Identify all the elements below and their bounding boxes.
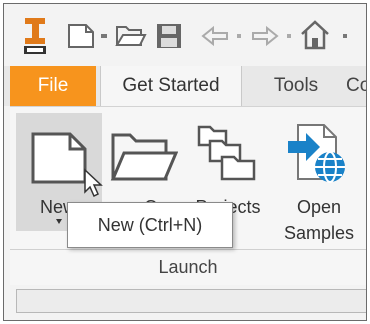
open-samples-label-line1: Open [296,197,342,217]
mouse-pointer-icon [84,168,103,198]
tooltip: New (Ctrl+N) [67,202,233,248]
new-document-icon [31,132,87,184]
redo-icon[interactable] [250,24,280,48]
panel-divider [10,249,366,250]
ribbon-panel: New O Projects [10,106,366,285]
dropdown-arrow-icon[interactable] [284,32,294,40]
open-folder-icon[interactable] [114,22,148,50]
quick-access-toolbar [4,4,366,62]
projects-icon [197,125,256,181]
panel-title-launch: Launch [158,257,218,277]
tab-truncated[interactable]: Co [346,66,366,106]
open-folder-icon [110,133,178,181]
app-window: File Get Started Tools Co New O [3,3,367,321]
tab-tools[interactable]: Tools [256,66,336,106]
open-samples-button[interactable]: Open Samples [272,113,366,243]
open-samples-icon [288,124,345,183]
undo-icon[interactable] [200,24,230,48]
dropdown-arrow-icon[interactable] [56,219,62,225]
status-strip [16,289,366,313]
ribbon-tab-row: File Get Started Tools Co [4,66,366,106]
tab-file[interactable]: File [10,66,96,106]
save-icon[interactable] [154,21,184,51]
dropdown-arrow-icon[interactable] [234,32,244,40]
open-samples-label-line2: Samples [283,223,355,243]
tab-get-started[interactable]: Get Started [100,66,242,106]
dropdown-arrow-icon[interactable] [340,32,350,40]
app-logo-icon[interactable] [20,16,50,56]
new-file-icon[interactable] [66,22,96,50]
home-icon[interactable] [298,18,332,52]
dropdown-arrow-icon[interactable] [98,32,110,40]
